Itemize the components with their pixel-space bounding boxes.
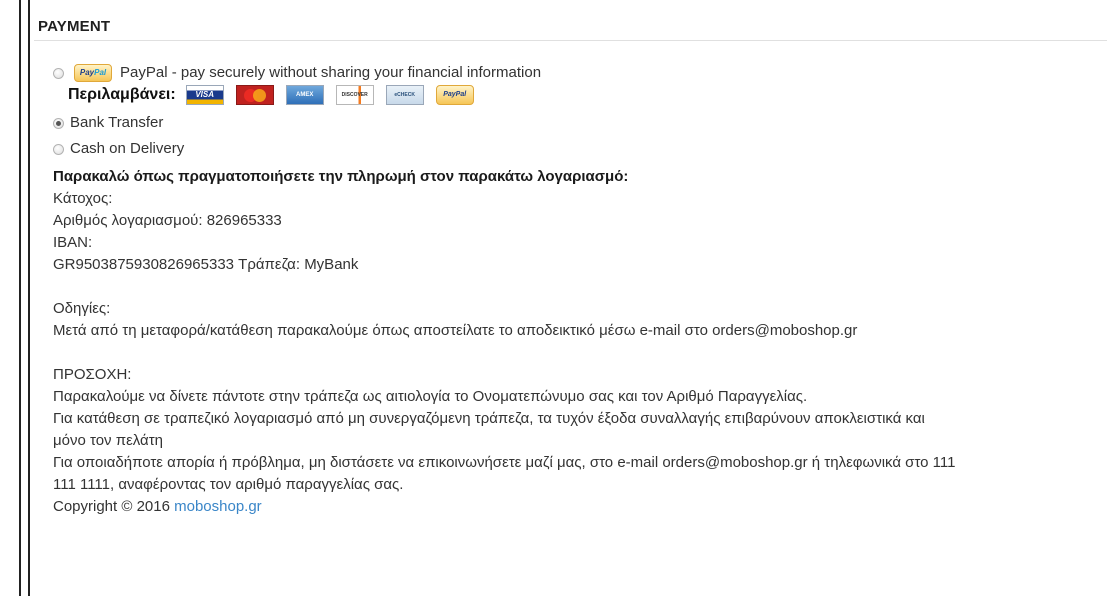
- mastercard-icon: [235, 85, 274, 105]
- paypal-logo-icon: Pay Pal: [74, 64, 112, 82]
- radio-cash-on-delivery[interactable]: [53, 143, 64, 155]
- payment-option-bank-transfer[interactable]: Bank Transfer: [53, 110, 1107, 136]
- notice-line-2b: μόνο τον πελάτη: [53, 432, 163, 449]
- bank-details-heading: Παρακαλώ όπως πραγματοποιήσετε την πληρω…: [53, 168, 629, 185]
- left-border-line-inner: [28, 0, 30, 596]
- footer: Copyright © 2016 moboshop.gr: [53, 496, 1107, 518]
- accepted-cards: Περιλαμβάνει: VISA AMEX DISCOVER eCHECK …: [68, 84, 1107, 106]
- radio-bank-transfer[interactable]: [53, 117, 64, 129]
- payment-option-paypal[interactable]: Pay Pal PayPal - pay securely without sha…: [53, 60, 1107, 86]
- iban-bank: GR9503875930826965333 Τράπεζα: MyBank: [53, 256, 359, 273]
- section-divider: [34, 40, 1107, 41]
- instructions-label: Οδηγίες:: [53, 300, 111, 317]
- cards-label: Περιλαμβάνει:: [68, 86, 176, 103]
- notice-label: ΠΡΟΣΟΧΗ:: [53, 366, 132, 383]
- echeck-icon: eCHECK: [385, 85, 424, 105]
- payment-option-label: Bank Transfer: [70, 114, 164, 131]
- payment-option-label: PayPal - pay securely without sharing yo…: [120, 64, 542, 81]
- notice-line-2a: Για κατάθεση σε τραπεζικό λογαριασμό από…: [53, 410, 925, 427]
- iban-label: IBAN:: [53, 234, 93, 251]
- notice-line-3a: Για οποιαδήποτε απορία ή πρόβλημα, μη δι…: [53, 454, 956, 471]
- instructions-text: Μετά από τη μεταφορά/κατάθεση παρακαλούμ…: [53, 322, 858, 339]
- payment-option-label: Cash on Delivery: [70, 140, 185, 157]
- radio-paypal[interactable]: [53, 67, 64, 79]
- account-number: Αριθμός λογαριασμού: 826965333: [53, 212, 282, 229]
- visa-card-icon: VISA: [185, 85, 224, 105]
- paypal-card-icon: PayPal: [435, 85, 474, 105]
- left-border-line: [19, 0, 21, 596]
- notice-line-3b: 111 1111, αναφέροντας τον αριθμό παραγγε…: [53, 476, 404, 493]
- discover-card-icon: DISCOVER: [335, 85, 374, 105]
- section-title: PAYMENT: [38, 18, 111, 35]
- notice-line-1: Παρακαλούμε να δίνετε πάντοτε στην τράπε…: [53, 388, 808, 405]
- payment-content: Pay Pal PayPal - pay securely without sha…: [53, 60, 1107, 518]
- account-holder: Κάτοχος:: [53, 190, 113, 207]
- footer-site-link[interactable]: moboshop.gr: [174, 498, 262, 515]
- amex-card-icon: AMEX: [285, 85, 324, 105]
- copyright-text: Copyright © 2016: [53, 498, 170, 515]
- payment-option-cash-on-delivery[interactable]: Cash on Delivery: [53, 136, 1107, 162]
